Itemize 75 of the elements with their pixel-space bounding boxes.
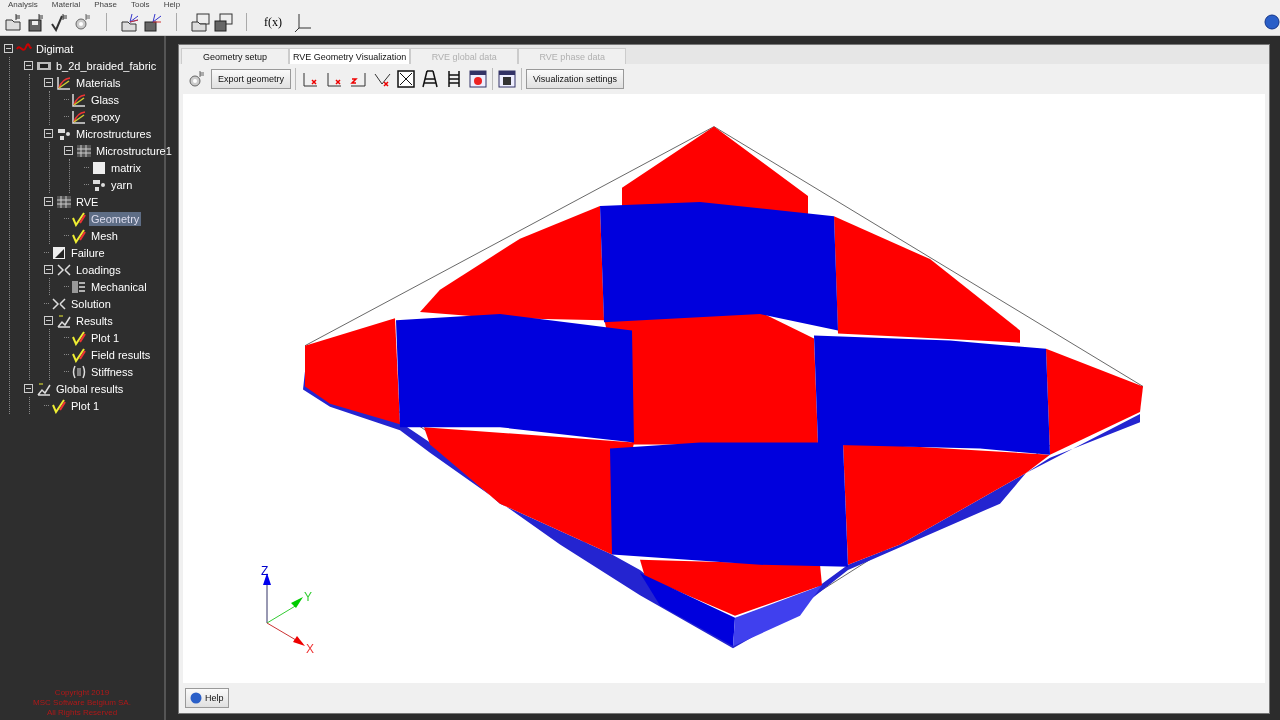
menu-item[interactable]: Material [51,0,81,9]
tree-item[interactable]: Plot 1 [69,398,102,413]
tab[interactable]: Geometry setup [181,48,289,64]
curve-graph-icon [71,108,87,125]
expand-toggle[interactable] [4,44,13,53]
tree-item[interactable]: Loadings [74,262,123,277]
copyright-text: MSC Software Belgium SA. [32,698,132,708]
tree-item[interactable]: epoxy [89,109,123,124]
tree-item[interactable]: yarn [109,177,135,192]
tree-item[interactable]: Mesh [89,228,120,243]
menu-item[interactable]: Help [163,0,181,9]
expand-toggle[interactable] [44,265,53,274]
expand-toggle[interactable] [24,61,33,70]
save-disk-icon[interactable] [143,12,163,32]
checkmark-icon [71,210,87,227]
gear-icon[interactable] [187,69,207,89]
grid-icon [76,142,92,159]
tree-item[interactable]: b_2d_braided_fabric [54,58,159,73]
tree-item[interactable]: Microstructure1 [94,143,174,158]
failure-icon [51,244,67,261]
load-icon [71,278,87,295]
perspective-icon[interactable] [420,69,441,89]
checkmark-icon [71,346,87,363]
checkmark-icon [71,329,87,346]
tab[interactable]: RVE Geometry Visualization [289,48,411,64]
tree-item[interactable]: Mechanical [89,279,149,294]
checkmark-icon [71,227,87,244]
tree-item[interactable]: Geometry [89,211,142,226]
expand-toggle[interactable] [24,384,33,393]
crossed-arrows-icon [56,261,72,278]
open-folder-icon[interactable] [120,12,140,32]
open-folder-icon[interactable] [190,12,210,32]
expand-toggle[interactable] [64,146,73,155]
tree-item[interactable]: Results [74,313,115,328]
tree-item[interactable]: Stiffness [89,364,135,379]
expand-toggle[interactable] [44,316,53,325]
tree-item[interactable]: Materials [74,75,123,90]
help-button[interactable]: Help [185,688,229,708]
tree-item[interactable]: matrix [109,160,143,175]
curve-graph-icon [56,74,72,91]
chart-icon [36,380,52,397]
tree-item[interactable]: Plot 1 [89,330,122,345]
expand-toggle[interactable] [44,129,53,138]
fit-view-icon[interactable] [396,69,417,89]
tree-item[interactable]: Failure [69,245,107,260]
menu-item[interactable]: Analysis [8,0,38,9]
expand-toggle[interactable] [44,78,53,87]
open-folder-icon[interactable] [4,12,24,32]
tree-item[interactable]: Global results [54,381,126,396]
square-icon [91,159,107,176]
visualization-settings-button[interactable]: Visualization settings [526,69,624,89]
menu-item[interactable]: Phase [94,0,117,9]
bracket-icon [71,363,87,380]
axes-icon[interactable] [293,12,313,32]
checkmark-icon [51,397,67,414]
tree-item[interactable]: Field results [89,347,153,362]
tree-item[interactable]: Solution [69,296,113,311]
grid-icon [56,193,72,210]
formula-button[interactable]: f(x) [260,14,286,30]
menu-item[interactable]: Tools [130,0,150,9]
export-geometry-button[interactable]: Export geometry [211,69,292,89]
tree-item[interactable]: RVE [74,194,101,209]
close-window-icon[interactable] [468,69,489,89]
checkmark-icon[interactable] [50,12,70,32]
expand-toggle[interactable] [44,197,53,206]
axis-triad-drawing: Z Y X [247,563,317,653]
tree-item[interactable]: Digimat [34,41,76,56]
curve-graph-icon [71,91,87,108]
copyright-text: Copyright 2019 [53,688,111,698]
tree-item[interactable]: Microstructures [74,126,154,141]
copyright-text: All Rights Reserved [45,708,119,718]
tree-item[interactable]: Glass [89,92,122,107]
save-disk-icon[interactable] [213,12,233,32]
chart-icon [56,312,72,329]
crossed-arrows-icon [51,295,67,312]
